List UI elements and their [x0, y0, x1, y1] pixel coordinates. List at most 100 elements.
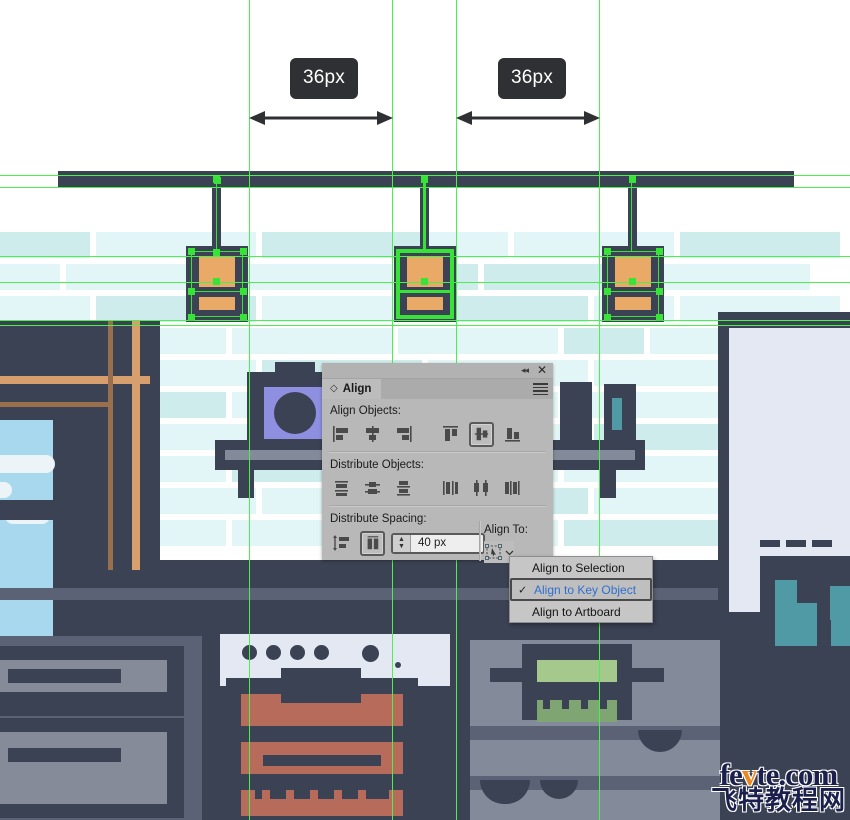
artwork-fridge-photo-shape-2	[797, 603, 817, 646]
horizontal-align-left-button[interactable]	[329, 422, 354, 447]
artwork-shelf-band-1	[470, 726, 720, 740]
vertical-distribute-bottom-button[interactable]	[391, 476, 416, 501]
divider-1	[329, 451, 546, 453]
lamp-1-handle-bl[interactable]	[188, 314, 195, 321]
artwork-drawer-2-handle	[8, 748, 121, 762]
artwork-green-block-tooth-d	[600, 700, 607, 709]
lamp-3-handle-bl[interactable]	[604, 314, 611, 321]
artwork-shelf-bracket-right	[600, 468, 616, 498]
vertical-align-top-button[interactable]	[438, 422, 463, 447]
artwork-canister-2-label	[612, 398, 622, 430]
artwork-fridge-photo-shape-4	[817, 620, 831, 646]
align-to-separator	[479, 521, 481, 561]
artwork-shelf-bracket-left	[238, 468, 254, 498]
align-objects-label: Align Objects:	[330, 405, 401, 417]
spacing-stepper[interactable]: ▲ ▼	[393, 534, 411, 552]
menu-item-align-to-key-object[interactable]: ✓ Align to Key Object	[510, 578, 652, 601]
panel-menu-icon[interactable]	[533, 383, 548, 395]
artwork-drawer-1-handle	[8, 669, 121, 683]
align-panel-tabrow[interactable]: ◇ Align	[322, 379, 553, 399]
close-panel-icon[interactable]: ✕	[537, 363, 547, 377]
distribute-objects-label: Distribute Objects:	[330, 459, 424, 471]
lamp-3-handle-mr[interactable]	[656, 288, 663, 295]
artwork-right-shelf-arm-left	[490, 668, 526, 682]
lamp-1-handle-mr[interactable]	[240, 288, 247, 295]
window-outer-trim	[0, 376, 150, 384]
lamp-1-handle-tl[interactable]	[188, 248, 195, 255]
tab-align[interactable]: ◇ Align	[322, 379, 382, 399]
align-panel-body: Align Objects: Distribute Objects: Distr…	[322, 399, 553, 563]
lamp-3-selection-divider	[607, 291, 659, 292]
measure-badge-1: 36px	[290, 58, 359, 99]
panel-toggle-icon[interactable]: ◇	[330, 384, 338, 394]
horizontal-distribute-center-button[interactable]	[469, 476, 494, 501]
align-panel[interactable]: ◂◂ ✕ ◇ Align Align Objects: Distribute O…	[322, 363, 553, 563]
lamp-3-anchor-cord-top[interactable]	[629, 176, 636, 183]
align-to-menu[interactable]: Align to Selection ✓ Align to Key Object…	[509, 556, 653, 623]
tab-align-label: Align	[342, 383, 372, 395]
vertical-distribute-center-button[interactable]	[360, 476, 385, 501]
align-to-label: Align To:	[484, 524, 528, 536]
lamp-2-selection-divider	[399, 290, 451, 293]
lamp-1-handle-br[interactable]	[240, 314, 247, 321]
horizontal-align-center-button[interactable]	[360, 422, 385, 447]
artwork-green-block-tooth-c	[581, 700, 588, 709]
watermark-line-2: 飞特教程网	[710, 786, 846, 816]
collapse-panel-icon[interactable]: ◂◂	[521, 365, 529, 376]
artwork-green-block-tooth-a	[543, 700, 550, 709]
stepper-down-icon[interactable]: ▼	[398, 543, 405, 550]
measure-badge-2: 36px	[498, 58, 567, 99]
guide-horizontal-6	[0, 325, 850, 326]
artwork-right-shelf-arm-right	[628, 668, 664, 682]
artwork-oven-knob-5	[362, 645, 379, 662]
vertical-align-bottom-button[interactable]	[500, 422, 525, 447]
lamp-3-handle-tr[interactable]	[656, 248, 663, 255]
lamp-1-handle-ml[interactable]	[188, 288, 195, 295]
vertical-align-center-button[interactable]	[469, 421, 494, 447]
artwork-oven-rack-3-tooth-a	[262, 790, 270, 799]
lamp-1-handle-tr[interactable]	[240, 248, 247, 255]
rail-anchor-center[interactable]	[214, 177, 221, 184]
menu-item-align-to-artboard-label: Align to Artboard	[532, 604, 621, 619]
distribute-objects-row	[329, 475, 546, 501]
horizontal-distribute-left-button[interactable]	[438, 476, 463, 501]
stepper-up-icon[interactable]: ▲	[398, 536, 405, 543]
illustrator-canvas[interactable]: 36px 36px ◂◂ ✕ ◇ Align Align Objects: Di…	[0, 0, 850, 820]
artwork-green-block-top	[537, 660, 617, 682]
artwork-camera-top	[275, 362, 315, 374]
horizontal-distribute-right-button[interactable]	[500, 476, 525, 501]
artwork-fridge-magnet-2	[786, 540, 806, 547]
menu-item-align-to-artboard[interactable]: Align to Artboard	[510, 601, 652, 622]
spacing-value-field[interactable]: ▲ ▼ 40 px	[391, 532, 485, 554]
lamp-1-anchor-cord-bottom[interactable]	[213, 249, 220, 256]
horizontal-align-right-button[interactable]	[391, 422, 416, 447]
artwork-camera-lens	[274, 392, 316, 434]
spacing-value[interactable]: 40 px	[411, 537, 446, 549]
lamp-1-anchor-center[interactable]	[213, 278, 220, 285]
window-inner-trim	[0, 402, 112, 407]
window-frame-vertical	[132, 320, 140, 570]
lamp-3-handle-ml[interactable]	[604, 288, 611, 295]
horizontal-distribute-spacing-button[interactable]	[360, 530, 385, 556]
lamp-2-anchor-center[interactable]	[421, 278, 428, 285]
artwork-fridge-photo-shape-1	[775, 580, 797, 646]
artwork-oven-rack-2-notch	[263, 755, 381, 766]
lamp-2-anchor-cord-top[interactable]	[421, 176, 428, 183]
lamp-2-selection-path-cord	[423, 177, 426, 252]
lamp-3-anchor-center[interactable]	[629, 278, 636, 285]
lamp-3-handle-br[interactable]	[656, 314, 663, 321]
measure-arrow-2	[456, 110, 600, 126]
align-objects-row	[329, 421, 546, 447]
watermark: fevte.com 飞特教程网	[711, 759, 846, 814]
artwork-oven-rack-3-tooth-e	[358, 790, 366, 799]
artwork-oven-handle	[281, 668, 361, 684]
vertical-distribute-spacing-button[interactable]	[329, 531, 354, 556]
lamp-3-handle-tl[interactable]	[604, 248, 611, 255]
artwork-oven-rack-3-teeth	[255, 790, 389, 799]
menu-item-align-to-selection[interactable]: Align to Selection	[510, 557, 652, 578]
check-icon: ✓	[518, 584, 528, 596]
align-panel-titlebar[interactable]: ◂◂ ✕	[322, 363, 553, 379]
vertical-distribute-top-button[interactable]	[329, 476, 354, 501]
menu-item-align-to-key-object-label: Align to Key Object	[534, 582, 637, 597]
guide-horizontal-5	[0, 320, 850, 321]
